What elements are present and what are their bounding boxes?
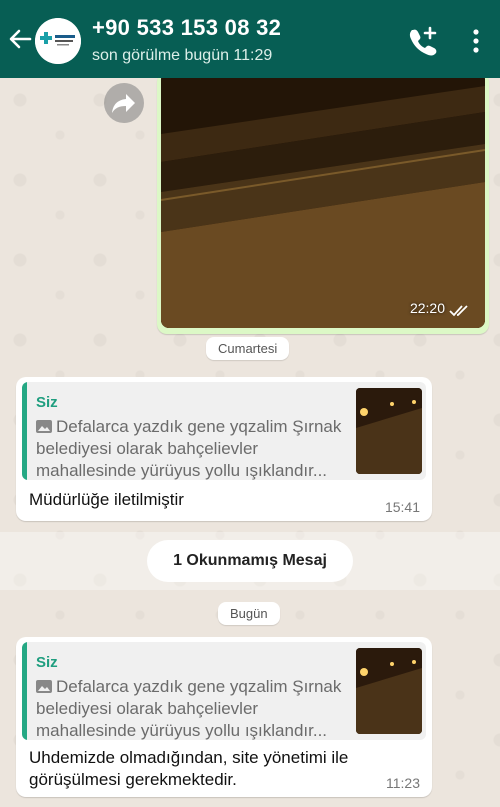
contact-number[interactable]: +90 533 153 08 32 <box>92 15 281 41</box>
quote-text: Defalarca yazdık gene yqzalim Şırnak bel… <box>36 676 356 740</box>
incoming-message[interactable]: Siz Defalarca yazdık gene yqzalim Şırnak… <box>16 637 432 797</box>
back-arrow-icon[interactable] <box>6 25 34 53</box>
more-options-icon[interactable] <box>466 26 486 56</box>
image-icon <box>36 417 52 433</box>
forward-icon[interactable] <box>104 83 144 123</box>
quote-thumbnail <box>356 648 422 734</box>
quote-text: Defalarca yazdık gene yqzalim Şırnak bel… <box>36 416 356 480</box>
message-time: 11:23 <box>386 775 420 791</box>
add-call-icon[interactable] <box>406 24 440 58</box>
media-thumbnail[interactable]: 22:20 <box>161 72 485 328</box>
unread-messages-banner: 1 Okunmamış Mesaj <box>147 540 353 582</box>
quote-thumbnail <box>356 388 422 474</box>
quoted-message[interactable]: Siz Defalarca yazdık gene yqzalim Şırnak… <box>22 382 426 480</box>
avatar[interactable] <box>35 18 81 64</box>
quote-sender: Siz <box>36 654 58 671</box>
media-time: 22:20 <box>409 300 445 316</box>
quote-text-content: Defalarca yazdık gene yqzalim Şırnak bel… <box>36 417 342 480</box>
date-separator-today: Bugün <box>218 602 280 625</box>
message-text: Müdürlüğe iletilmiştir <box>29 490 184 509</box>
media-message-bubble[interactable]: 22:20 <box>157 72 489 334</box>
chat-header: +90 533 153 08 32 son görülme bugün 11:2… <box>0 0 500 78</box>
quote-text-content: Defalarca yazdık gene yqzalim Şırnak bel… <box>36 677 342 740</box>
image-icon <box>36 677 52 693</box>
incoming-message[interactable]: Siz Defalarca yazdık gene yqzalim Şırnak… <box>16 377 432 521</box>
message-text: Uhdemizde olmadığından, site yönetimi il… <box>29 748 349 789</box>
read-receipt-icon <box>449 304 471 318</box>
last-seen-status: son görülme bugün 11:29 <box>92 47 273 64</box>
date-separator-saturday: Cumartesi <box>206 337 290 360</box>
quote-sender: Siz <box>36 394 58 411</box>
quote-accent-bar <box>22 642 27 740</box>
message-time: 15:41 <box>384 499 420 515</box>
quote-accent-bar <box>22 382 27 480</box>
quoted-message[interactable]: Siz Defalarca yazdık gene yqzalim Şırnak… <box>22 642 426 740</box>
